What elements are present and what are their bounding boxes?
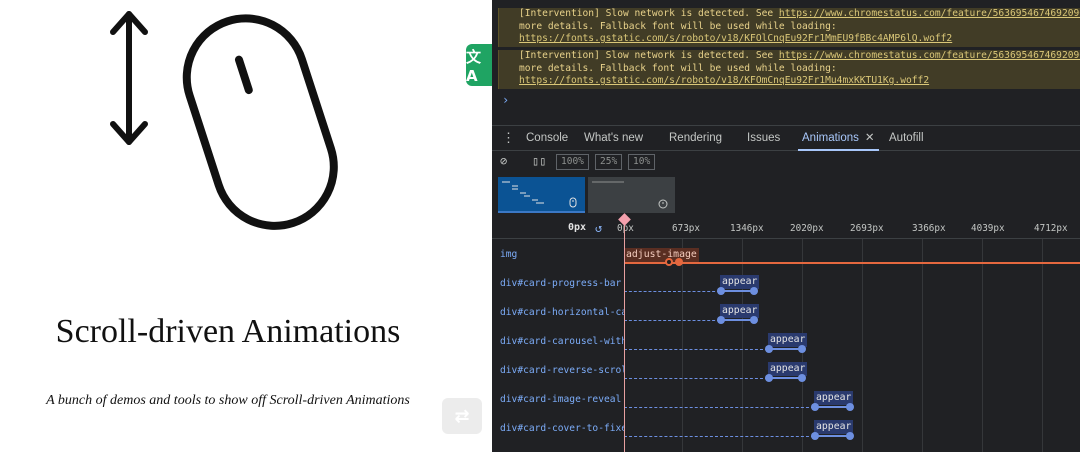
tab-autofill[interactable]: Autofill xyxy=(889,126,924,151)
preview-thumbnail xyxy=(592,181,668,209)
animation-group-preview[interactable] xyxy=(588,177,675,213)
shuffle-button[interactable]: ⇄ xyxy=(442,398,482,434)
speed-100[interactable]: 100% xyxy=(556,154,589,170)
ruler-tick: 3366px xyxy=(912,223,946,234)
keyframe-handle[interactable] xyxy=(717,316,725,324)
animation-row[interactable]: div#card-image-reveal appear xyxy=(492,385,1080,414)
tab-issues[interactable]: Issues xyxy=(747,126,780,151)
console-link[interactable]: https://fonts.gstatic.com/s/roboto/v18/K… xyxy=(519,75,929,86)
keyframe-handle[interactable] xyxy=(811,403,819,411)
keyframe-handle[interactable] xyxy=(665,258,673,266)
animation-row[interactable]: div#card-progress-bar appear xyxy=(492,269,1080,298)
animation-group-preview[interactable] xyxy=(498,177,585,213)
more-options-icon[interactable]: ⋮ xyxy=(502,130,515,146)
ruler-tick: 2020px xyxy=(790,223,824,234)
row-label: img xyxy=(500,249,518,260)
translate-button[interactable]: 文A xyxy=(466,44,492,86)
tab-console[interactable]: Console xyxy=(526,126,568,151)
speed-25[interactable]: 25% xyxy=(595,154,623,170)
animation-name: adjust-image xyxy=(624,248,699,262)
keyframe-handle[interactable] xyxy=(765,374,773,382)
ruler-tick: 2693px xyxy=(850,223,884,234)
animation-row[interactable]: div#card-cover-to-fixed appear xyxy=(492,414,1080,443)
animation-row[interactable]: div#card-horizontal-carousel appear xyxy=(492,298,1080,327)
timer-icon xyxy=(658,199,668,209)
animation-bar xyxy=(768,348,802,350)
console-warning: [Intervention] Slow network is detected.… xyxy=(498,50,1080,89)
console-link[interactable]: https://fonts.gstatic.com/s/roboto/v18/K… xyxy=(519,33,952,44)
mouse-icon xyxy=(569,197,577,208)
close-icon[interactable]: ✕ xyxy=(865,132,875,144)
row-label: div#card-progress-bar xyxy=(500,278,622,289)
animation-bar xyxy=(814,435,850,437)
console-warning: [Intervention] Slow network is detected.… xyxy=(498,8,1080,47)
tab-animations[interactable]: Animations ✕ xyxy=(798,126,879,151)
keyframe-handle[interactable] xyxy=(846,432,854,440)
ruler-tick: 673px xyxy=(672,223,700,234)
animation-bar xyxy=(720,319,754,321)
keyframe-handle[interactable] xyxy=(675,258,683,266)
row-label: div#card-carousel-with-indicators xyxy=(500,336,624,347)
console-link[interactable]: https://www.chromestatus.com/feature/563… xyxy=(779,50,1080,61)
ruler-tick: 4712px xyxy=(1034,223,1068,234)
animation-row[interactable]: div#card-reverse-scroll appear xyxy=(492,356,1080,385)
keyframe-handle[interactable] xyxy=(811,432,819,440)
timeline-playhead[interactable] xyxy=(624,219,625,452)
page-title: Scroll-driven Animations xyxy=(55,313,401,350)
keyframe-handle[interactable] xyxy=(846,403,854,411)
console-prompt[interactable]: › xyxy=(502,93,509,107)
animations-toolbar: ⊘ ▯▯ 100% 25% 10% xyxy=(492,151,1080,173)
tab-animations-label: Animations xyxy=(802,132,859,144)
animation-bar xyxy=(814,406,850,408)
speed-10[interactable]: 10% xyxy=(628,154,656,170)
clear-icon[interactable]: ⊘ xyxy=(500,154,507,168)
animation-row[interactable]: div#card-carousel-with-indicators appear xyxy=(492,327,1080,356)
page-subtitle: A bunch of demos and tools to show off S… xyxy=(46,393,410,408)
ruler-current: 0px xyxy=(568,222,587,233)
animation-bar xyxy=(720,290,754,292)
console-link[interactable]: https://www.chromestatus.com/feature/563… xyxy=(779,8,1080,19)
drawer-tabbar: ⋮ Console What's new Rendering Issues An… xyxy=(492,125,1080,151)
scroll-mouse-illustration xyxy=(110,11,338,230)
keyframe-handle[interactable] xyxy=(750,287,758,295)
keyframe-handle[interactable] xyxy=(750,316,758,324)
tab-whats-new[interactable]: What's new xyxy=(584,126,643,151)
animation-row[interactable]: img adjust-image xyxy=(492,240,1080,269)
animation-bar xyxy=(624,262,1080,264)
row-label: div#card-horizontal-carousel xyxy=(500,307,624,318)
scroll-arrow-icon xyxy=(110,11,148,145)
preview-thumbnail xyxy=(502,181,577,208)
keyframe-handle[interactable] xyxy=(798,345,806,353)
demo-page: Scroll-driven Animations A bunch of demo… xyxy=(0,0,492,452)
row-label: div#card-cover-to-fixed xyxy=(500,423,624,434)
row-label: div#card-image-reveal xyxy=(500,394,622,405)
animation-bar xyxy=(768,377,802,379)
shuffle-icon: ⇄ xyxy=(454,405,470,427)
translate-icon: 文A xyxy=(466,47,482,85)
keyframe-handle[interactable] xyxy=(717,287,725,295)
replay-icon[interactable]: ↺ xyxy=(595,221,602,235)
keyframe-handle[interactable] xyxy=(798,374,806,382)
pause-icon[interactable]: ▯▯ xyxy=(532,154,546,168)
timeline-ruler: 0px ↺ 0px 673px 1346px 2020px 2693px 336… xyxy=(492,219,1080,239)
row-label: div#card-reverse-scroll xyxy=(500,365,624,376)
tab-rendering[interactable]: Rendering xyxy=(669,126,722,151)
ruler-tick: 4039px xyxy=(971,223,1005,234)
mouse-icon xyxy=(182,14,338,230)
devtools-panel: [Intervention] Slow network is detected.… xyxy=(492,0,1080,452)
keyframe-handle[interactable] xyxy=(765,345,773,353)
ruler-tick: 1346px xyxy=(730,223,764,234)
